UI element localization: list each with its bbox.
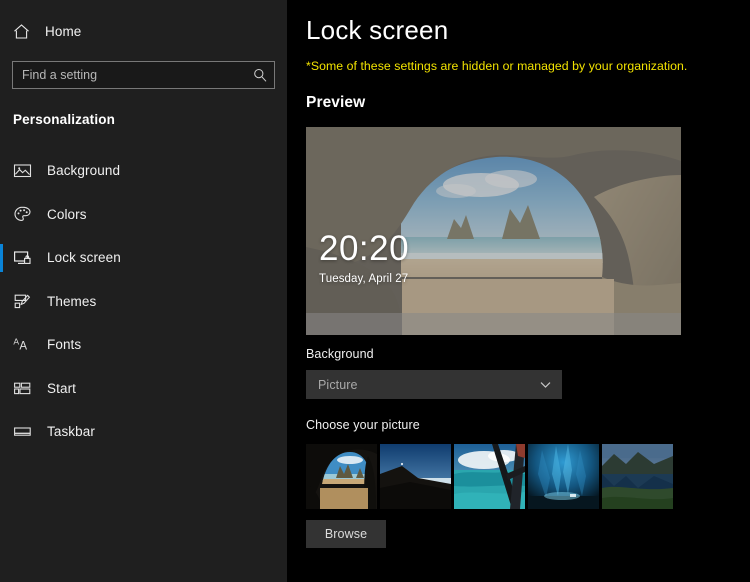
lock-screen-clock: 20:20 Tuesday, April 27 xyxy=(319,231,409,285)
lock-screen-icon xyxy=(13,248,32,267)
clock-time: 20:20 xyxy=(319,229,410,268)
background-dropdown-value: Picture xyxy=(318,377,358,392)
sidebar: Home Personalization xyxy=(0,0,287,582)
sidebar-label-themes: Themes xyxy=(47,293,97,309)
thumbnail-lagoon-through-window[interactable] xyxy=(454,444,525,509)
sidebar-label-lock-screen: Lock screen xyxy=(47,250,121,266)
sidebar-label-fonts: Fonts xyxy=(47,337,82,353)
sidebar-item-lock-screen[interactable]: Lock screen xyxy=(0,236,287,280)
sidebar-item-fonts[interactable]: A A Fonts xyxy=(0,323,287,367)
svg-text:A: A xyxy=(19,341,27,353)
browse-button[interactable]: Browse xyxy=(306,520,386,548)
content-pane: Lock screen *Some of these settings are … xyxy=(287,0,750,582)
background-label: Background xyxy=(306,347,374,361)
thumbnail-mountain-lake-reflection[interactable] xyxy=(602,444,673,509)
sidebar-label-start: Start xyxy=(47,380,77,396)
thumbnail-cave-arch-beach[interactable] xyxy=(306,444,377,509)
sidebar-item-background[interactable]: Background xyxy=(0,149,287,193)
settings-window: Home Personalization xyxy=(0,0,750,582)
sidebar-item-themes[interactable]: Themes xyxy=(0,280,287,324)
sidebar-label-taskbar: Taskbar xyxy=(47,424,95,440)
clock-date: Tuesday, April 27 xyxy=(319,273,409,285)
taskbar-icon xyxy=(13,422,32,441)
search-box[interactable] xyxy=(12,61,275,89)
picture-icon xyxy=(13,161,32,180)
lock-screen-preview: 20:20 Tuesday, April 27 xyxy=(306,127,681,335)
sidebar-label-background: Background xyxy=(47,163,121,179)
thumbnail-blue-ice-cave[interactable] xyxy=(528,444,599,509)
managed-warning-text: *Some of these settings are hidden or ma… xyxy=(306,59,688,73)
search-input[interactable] xyxy=(13,62,274,88)
palette-icon xyxy=(13,205,32,224)
font-icon: A A xyxy=(13,335,32,354)
sidebar-home-label: Home xyxy=(45,23,82,39)
home-icon xyxy=(13,23,30,40)
chevron-down-icon xyxy=(539,378,552,391)
thumbnail-dark-ridge-snowfield[interactable] xyxy=(380,444,451,509)
sidebar-nav: Background Colors Lock screen Themes A A… xyxy=(0,149,287,454)
sidebar-item-start[interactable]: Start xyxy=(0,367,287,411)
sidebar-label-colors: Colors xyxy=(47,206,87,222)
brush-icon xyxy=(13,292,32,311)
search-icon[interactable] xyxy=(253,68,267,82)
background-dropdown[interactable]: Picture xyxy=(306,370,562,399)
preview-heading: Preview xyxy=(306,94,366,111)
start-tiles-icon xyxy=(13,379,32,398)
sidebar-section-title: Personalization xyxy=(13,112,116,127)
sidebar-item-taskbar[interactable]: Taskbar xyxy=(0,410,287,454)
choose-picture-label: Choose your picture xyxy=(306,418,420,432)
picture-thumbnail-list xyxy=(306,444,750,509)
sidebar-item-colors[interactable]: Colors xyxy=(0,193,287,237)
page-title: Lock screen xyxy=(306,15,449,45)
sidebar-item-home[interactable]: Home xyxy=(0,14,287,48)
